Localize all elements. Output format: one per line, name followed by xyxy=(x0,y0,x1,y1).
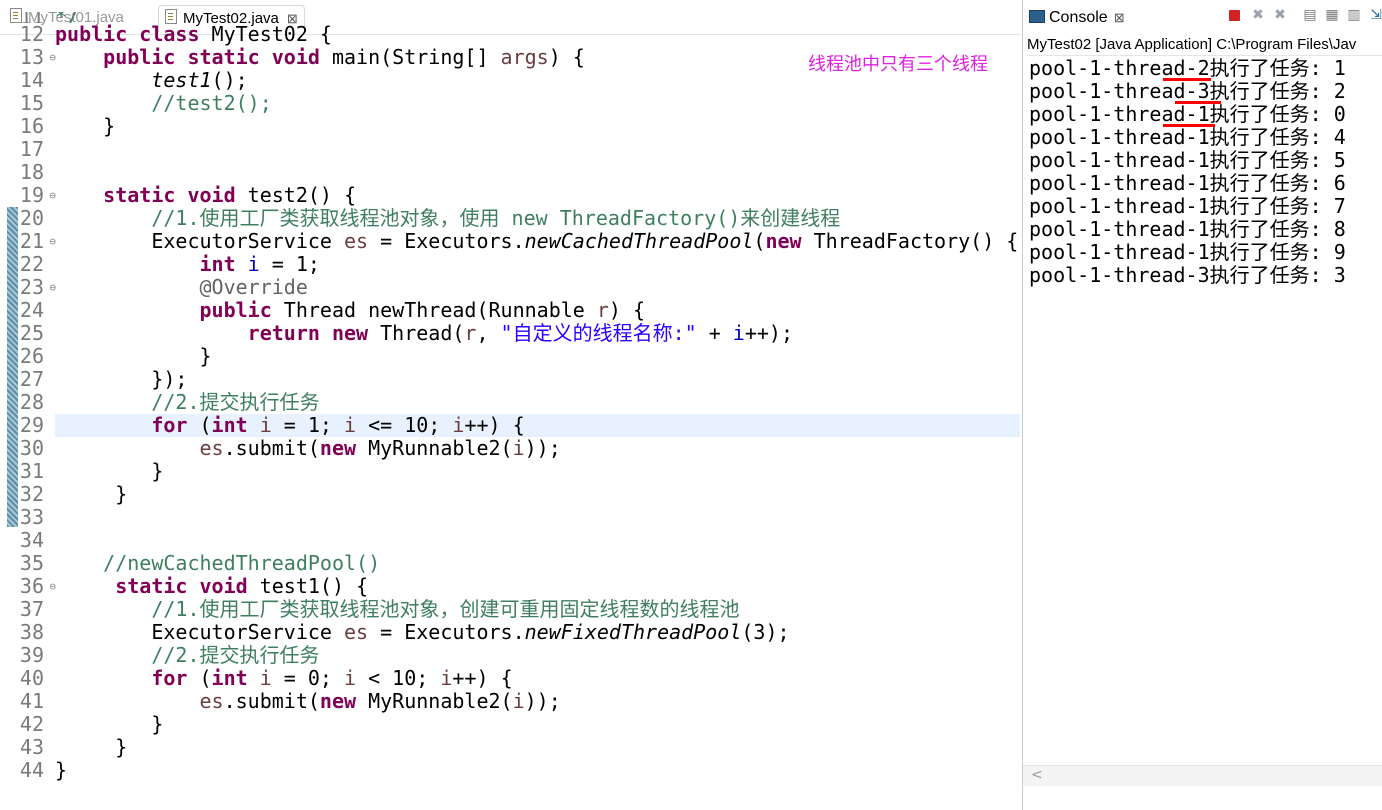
line-number: 37 xyxy=(19,597,44,621)
scroll-lock-icon[interactable]: ▦ xyxy=(1325,8,1339,22)
code-line-39: //2.提交执行任务 xyxy=(151,643,320,667)
line-number: 28 xyxy=(19,390,44,414)
line-number: 16 xyxy=(19,114,44,138)
console-line: pool-1-thread-2执行了任务: 1 xyxy=(1029,56,1346,81)
console-line: pool-1-thread-3执行了任务: 3 xyxy=(1029,263,1346,287)
line-number: 36 ⊖ xyxy=(19,574,56,598)
line-number: 25 xyxy=(19,321,44,345)
line-number-gutter: 11 12 13⊖ 14 15 16 17 18 19⊖ 20 21⊖ 22 2… xyxy=(0,12,56,782)
line-number: 33 xyxy=(19,505,44,529)
word-wrap-icon[interactable]: ▥ xyxy=(1347,8,1361,22)
code-line-20: //1.使用工厂类获取线程池对象，使用 new ThreadFactory()来… xyxy=(151,206,841,230)
code-line-38: ExecutorService es = Executors.newFixedT… xyxy=(151,620,790,644)
console-output[interactable]: pool-1-thread-2执行了任务: 1 pool-1-thread-3执… xyxy=(1029,57,1346,287)
line-number: 15 xyxy=(19,91,44,115)
console-icon xyxy=(1029,10,1045,23)
console-header: Console ⊠ ✖ ✖ ▤ ▦ ▥ ⇲ xyxy=(1023,0,1382,34)
tab-console[interactable]: Console ⊠ xyxy=(1029,6,1125,30)
code-line-31: } xyxy=(151,459,164,483)
code-line-32: } xyxy=(115,482,128,506)
line-number: 27 xyxy=(19,367,44,391)
line-number: 26 xyxy=(19,344,44,368)
code-line-26: } xyxy=(199,344,212,368)
console-line: pool-1-thread-1执行了任务: 8 xyxy=(1029,217,1346,241)
console-line: pool-1-thread-1执行了任务: 4 xyxy=(1029,125,1346,149)
line-number: 43 xyxy=(19,735,44,759)
line-number: 20 xyxy=(19,206,44,230)
code-line-27: }); xyxy=(151,367,188,391)
line-number: 21 ⊖ xyxy=(19,229,56,253)
code-line-15: //test2(); xyxy=(151,91,272,115)
console-line: pool-1-thread-1执行了任务: 9 xyxy=(1029,240,1346,264)
code-line-37: //1.使用工厂类获取线程池对象，创建可重用固定线程数的线程池 xyxy=(151,597,740,621)
code-line-16: } xyxy=(103,114,116,138)
console-process-path: MyTest02 [Java Application] C:\Program F… xyxy=(1027,35,1382,56)
code-line-24: public Thread newThread(Runnable r) { xyxy=(199,298,646,322)
horizontal-scrollbar[interactable]: < xyxy=(1023,765,1382,786)
code-line-12: public class MyTest02 { xyxy=(55,22,332,46)
code-line-40: for (int i = 0; i < 10; i++) { xyxy=(151,666,513,690)
annotation-note: 线程池中只有三个线程 xyxy=(808,54,988,74)
remove-launch-icon[interactable]: ✖ xyxy=(1251,8,1265,22)
line-number: 44 xyxy=(19,758,44,782)
console-line: pool-1-thread-1执行了任务: 0 xyxy=(1029,102,1346,127)
line-number: 29 xyxy=(19,413,44,437)
line-number: 22 xyxy=(19,252,44,276)
line-number: 31 xyxy=(19,459,44,483)
code-line-28: //2.提交执行任务 xyxy=(151,390,320,414)
code-line-19: static void test2() { xyxy=(103,183,357,207)
code-line-41: es.submit(new MyRunnable2(i)); xyxy=(199,689,561,713)
code-line-36: static void test1() { xyxy=(115,574,369,598)
code-line-23: @Override xyxy=(199,275,308,299)
line-number: 30 xyxy=(19,436,44,460)
line-number: 39 xyxy=(19,643,44,667)
code-line-44: } xyxy=(55,758,68,782)
code-line-25: return new Thread(r, "自定义的线程名称:" + i++); xyxy=(247,321,794,345)
line-number: 23 ⊖ xyxy=(19,275,56,299)
line-number: 40 xyxy=(19,666,44,690)
code-area[interactable]: */ public class MyTest02 { public static… xyxy=(55,12,1020,782)
pin-console-icon[interactable]: ⇲ xyxy=(1369,8,1382,22)
clear-console-icon[interactable]: ▤ xyxy=(1303,8,1317,22)
code-line-35: //newCachedThreadPool() xyxy=(103,551,381,575)
code-editor[interactable]: MyTest01.java MyTest02.java⊠ 11 12 13⊖ 1… xyxy=(0,0,1020,810)
terminate-icon[interactable] xyxy=(1229,10,1240,21)
code-line-42: } xyxy=(151,712,164,736)
code-line-22: int i = 1; xyxy=(199,252,320,276)
line-number: 14 xyxy=(19,68,44,92)
console-tab-label: Console xyxy=(1049,9,1108,26)
code-line-29-current: for (int i = 1; i <= 10; i++) { xyxy=(55,414,1020,437)
line-number: 17 xyxy=(19,137,44,161)
console-line: pool-1-thread-1执行了任务: 7 xyxy=(1029,194,1346,218)
console-line: pool-1-thread-3执行了任务: 2 xyxy=(1029,79,1346,104)
line-number: 41 xyxy=(19,689,44,713)
line-number: 13 ⊖ xyxy=(19,45,56,69)
line-number: 19 ⊖ xyxy=(19,183,56,207)
line-number: 42 xyxy=(19,712,44,736)
code-line-43: } xyxy=(115,735,128,759)
line-number: 24 xyxy=(19,298,44,322)
line-number: 38 xyxy=(19,620,44,644)
console-view: Console ⊠ ✖ ✖ ▤ ▦ ▥ ⇲ MyTest02 [Java Appl… xyxy=(1022,0,1382,810)
line-number: 35 xyxy=(19,551,44,575)
code-line-30: es.submit(new MyRunnable2(i)); xyxy=(199,436,561,460)
console-line: pool-1-thread-1执行了任务: 6 xyxy=(1029,171,1346,195)
line-number: 34 xyxy=(19,528,44,552)
line-number: 12 xyxy=(19,22,44,46)
line-number: 18 xyxy=(19,160,44,184)
line-number: 32 xyxy=(19,482,44,506)
close-icon[interactable]: ⊠ xyxy=(1114,10,1125,25)
code-line-21: ExecutorService es = Executors.newCached… xyxy=(151,229,1019,253)
remove-all-icon[interactable]: ✖ xyxy=(1273,8,1287,22)
console-line: pool-1-thread-1执行了任务: 5 xyxy=(1029,148,1346,172)
scroll-left-icon[interactable]: < xyxy=(1031,767,1043,783)
